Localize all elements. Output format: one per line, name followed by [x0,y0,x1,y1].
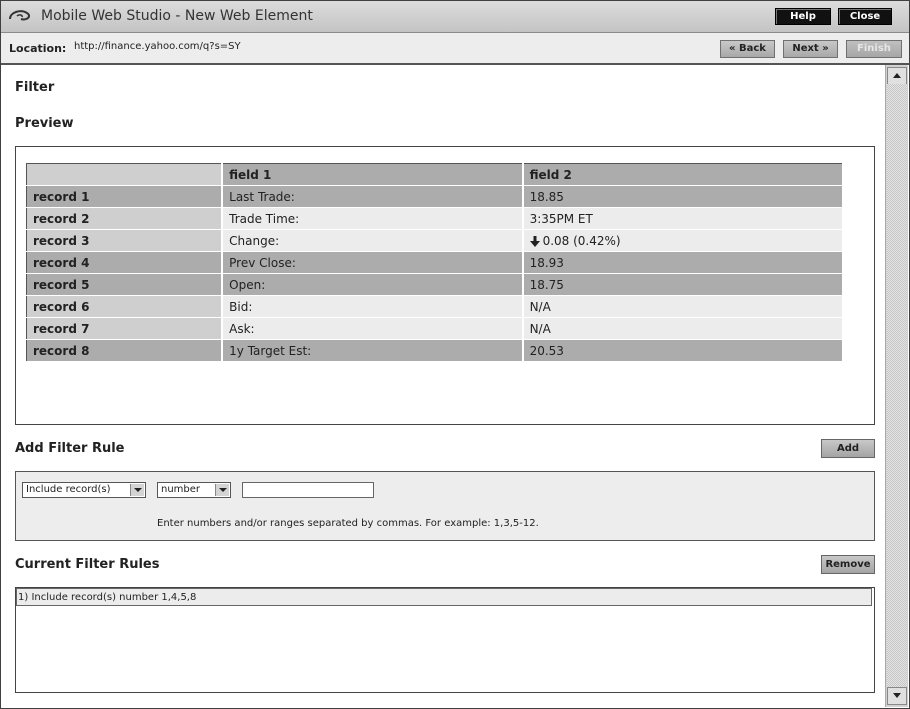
down-arrow-icon [529,235,540,247]
window-title: Mobile Web Studio - New Web Element [41,8,313,24]
field-2-cell: 0.08 (0.42%) [522,229,845,252]
column-header-field-1: field 1 [222,163,524,186]
match-type-select[interactable]: number [157,482,231,498]
table-row: record 6 Bid: N/A [26,295,845,318]
table-row: record 2 Trade Time: 3:35PM ET [26,207,845,230]
add-filter-rule-heading: Add Filter Rule [15,441,125,456]
location-url: http://finance.yahoo.com/q?s=SY [74,41,241,52]
table-row: record 4 Prev Close: 18.93 [26,251,845,274]
help-button[interactable]: Help [775,8,831,25]
record-label: record 8 [26,339,224,362]
field-1-cell: Open: [222,273,524,296]
vertical-scrollbar[interactable] [885,65,908,707]
match-type-value: number [161,484,201,495]
chevron-down-icon [130,484,144,496]
table-row: record 1 Last Trade: 18.85 [26,185,845,208]
field-2-cell: 18.75 [522,273,845,296]
location-bar: Location: http://finance.yahoo.com/q?s=S… [1,33,909,65]
record-label: record 3 [26,229,224,252]
scroll-up-icon[interactable] [887,67,907,85]
preview-table: field 1 field 2 record 1 Last Trade: 18.… [26,163,845,362]
app-swirl-icon [9,10,31,21]
table-row: record 7 Ask: N/A [26,317,845,340]
include-mode-value: Include record(s) [26,484,111,495]
chevron-down-icon [215,484,229,496]
record-label: record 2 [26,207,224,230]
title-bar: Mobile Web Studio - New Web Element Help… [1,1,909,33]
record-numbers-input[interactable] [242,482,374,498]
main-content: Filter Preview field 1 field 2 record 1 … [1,65,885,708]
field-1-cell: Ask: [222,317,524,340]
back-button[interactable]: « Back [720,40,775,58]
location-label: Location: [9,42,67,55]
current-rules-list: 1) Include record(s) number 1,4,5,8 [15,587,875,693]
record-label: record 4 [26,251,224,274]
preview-panel: field 1 field 2 record 1 Last Trade: 18.… [15,146,875,425]
record-label: record 5 [26,273,224,296]
add-button[interactable]: Add [821,439,875,458]
field-2-cell: 18.85 [522,185,845,208]
record-label: record 1 [26,185,224,208]
include-mode-select[interactable]: Include record(s) [22,482,146,498]
field-2-cell: N/A [522,295,845,318]
filter-heading: Filter [15,80,55,95]
filter-hint-text: Enter numbers and/or ranges separated by… [157,518,539,529]
field-2-cell: 3:35PM ET [522,207,845,230]
field-1-cell: Trade Time: [222,207,524,230]
field-1-cell: Bid: [222,295,524,318]
remove-button[interactable]: Remove [821,555,875,574]
app-window: Mobile Web Studio - New Web Element Help… [0,0,910,709]
table-row: record 3 Change: 0.08 (0.42%) [26,229,845,252]
field-1-cell: Change: [222,229,524,252]
current-filter-rules-heading: Current Filter Rules [15,557,160,572]
table-corner-cell [26,163,224,186]
field-1-cell: Last Trade: [222,185,524,208]
list-item[interactable]: 1) Include record(s) number 1,4,5,8 [16,588,872,606]
record-label: record 6 [26,295,224,318]
preview-heading: Preview [15,116,74,131]
change-value: 0.08 (0.42%) [542,233,621,248]
field-1-cell: Prev Close: [222,251,524,274]
field-2-cell: N/A [522,317,845,340]
scroll-down-icon[interactable] [887,687,907,705]
table-row: record 5 Open: 18.75 [26,273,845,296]
table-header-row: field 1 field 2 [26,163,845,186]
scroll-track[interactable] [887,84,907,688]
record-label: record 7 [26,317,224,340]
field-1-cell: 1y Target Est: [222,339,524,362]
column-header-field-2: field 2 [522,163,845,186]
close-button[interactable]: Close [838,8,892,25]
next-button[interactable]: Next » [783,40,838,58]
finish-button[interactable]: Finish [846,40,902,58]
table-row: record 8 1y Target Est: 20.53 [26,339,845,362]
field-2-cell: 18.93 [522,251,845,274]
add-filter-panel: Include record(s) number Enter numbers a… [15,471,875,541]
field-2-cell: 20.53 [522,339,845,362]
